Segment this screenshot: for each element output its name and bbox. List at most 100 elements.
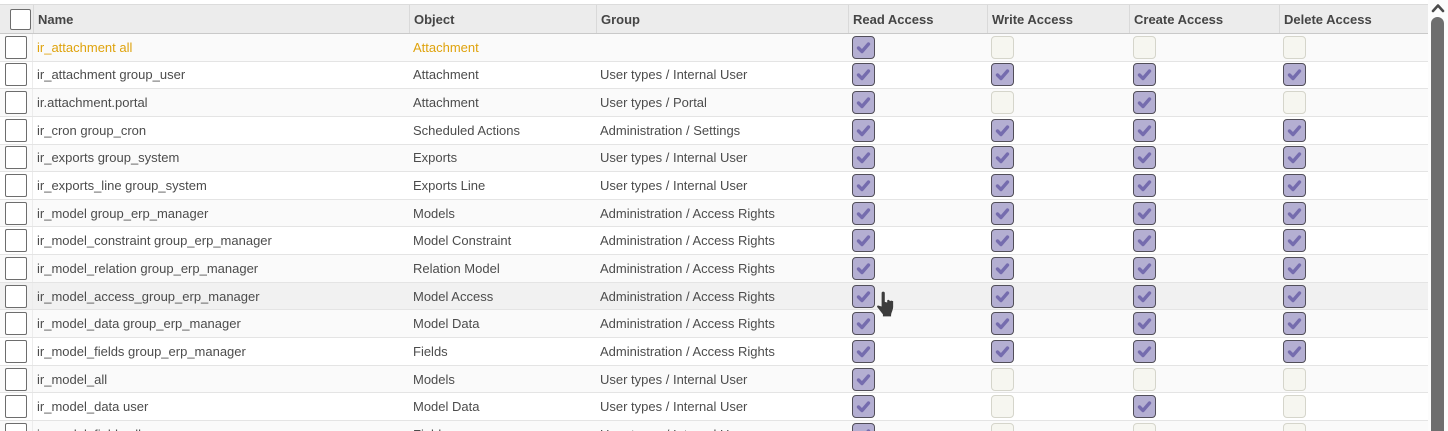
column-header-name[interactable]: Name [33,5,409,33]
create-access-checkbox[interactable] [1133,63,1156,86]
create-access-checkbox[interactable] [1133,423,1156,431]
delete-access-checkbox[interactable] [1283,257,1306,280]
row-select-checkbox[interactable] [5,174,27,197]
read-access-checkbox[interactable] [852,174,875,197]
write-access-checkbox[interactable] [991,63,1014,86]
create-access-checkbox[interactable] [1133,174,1156,197]
write-access-checkbox[interactable] [991,174,1014,197]
table-row[interactable]: ir_model_relation group_erp_manager Rela… [0,255,1428,283]
read-access-checkbox[interactable] [852,285,875,308]
delete-access-checkbox[interactable] [1283,146,1306,169]
delete-access-checkbox[interactable] [1283,36,1306,59]
read-access-checkbox[interactable] [852,423,875,431]
row-select-checkbox[interactable] [5,63,27,86]
read-access-checkbox[interactable] [852,91,875,114]
write-access-checkbox[interactable] [991,257,1014,280]
row-select-checkbox[interactable] [5,395,27,418]
column-header-object[interactable]: Object [409,5,596,33]
row-select-checkbox[interactable] [5,146,27,169]
create-access-checkbox[interactable] [1133,229,1156,252]
delete-access-checkbox[interactable] [1283,119,1306,142]
create-access-checkbox[interactable] [1133,395,1156,418]
table-row[interactable]: ir.attachment.portal Attachment User typ… [0,89,1428,117]
write-access-checkbox[interactable] [991,423,1014,431]
write-access-checkbox[interactable] [991,368,1014,391]
column-header-delete-access[interactable]: Delete Access [1279,5,1428,33]
table-row[interactable]: ir_attachment group_user Attachment User… [0,62,1428,90]
delete-access-checkbox[interactable] [1283,423,1306,431]
row-select-checkbox[interactable] [5,36,27,59]
table-row[interactable]: ir_model_fields all Fields User types / … [0,421,1428,431]
delete-access-checkbox[interactable] [1283,202,1306,225]
row-select-checkbox[interactable] [5,119,27,142]
table-row[interactable]: ir_model_all Models User types / Interna… [0,366,1428,394]
column-header-create-access[interactable]: Create Access [1129,5,1279,33]
create-access-checkbox[interactable] [1133,202,1156,225]
write-access-checkbox[interactable] [991,91,1014,114]
write-access-checkbox[interactable] [991,340,1014,363]
read-access-checkbox[interactable] [852,340,875,363]
vertical-scrollbar[interactable] [1428,0,1448,431]
scroll-up-icon[interactable] [1431,2,1445,14]
delete-access-checkbox[interactable] [1283,285,1306,308]
column-header-write-access[interactable]: Write Access [987,5,1129,33]
column-header-read-access[interactable]: Read Access [848,5,987,33]
column-header-group[interactable]: Group [596,5,848,33]
table-row[interactable]: ir_model_data group_erp_manager Model Da… [0,310,1428,338]
row-select-checkbox[interactable] [5,202,27,225]
read-access-checkbox[interactable] [852,63,875,86]
read-access-checkbox[interactable] [852,202,875,225]
row-select-checkbox[interactable] [5,285,27,308]
delete-access-checkbox[interactable] [1283,63,1306,86]
select-all-checkbox[interactable] [10,9,31,30]
read-access-checkbox[interactable] [852,395,875,418]
write-access-checkbox[interactable] [991,36,1014,59]
table-row[interactable]: ir_model_fields group_erp_manager Fields… [0,338,1428,366]
read-access-checkbox[interactable] [852,229,875,252]
row-select-checkbox[interactable] [5,340,27,363]
read-access-checkbox[interactable] [852,146,875,169]
create-access-checkbox[interactable] [1133,257,1156,280]
table-row[interactable]: ir_model_data user Model Data User types… [0,393,1428,421]
table-row[interactable]: ir_exports_line group_system Exports Lin… [0,172,1428,200]
write-access-checkbox[interactable] [991,395,1014,418]
create-access-checkbox[interactable] [1133,368,1156,391]
row-select-checkbox[interactable] [5,257,27,280]
create-access-checkbox[interactable] [1133,340,1156,363]
row-select-checkbox[interactable] [5,91,27,114]
create-access-checkbox[interactable] [1133,146,1156,169]
scrollbar-thumb[interactable] [1431,17,1444,431]
create-access-checkbox[interactable] [1133,119,1156,142]
row-select-checkbox[interactable] [5,312,27,335]
row-select-checkbox[interactable] [5,368,27,391]
write-access-checkbox[interactable] [991,312,1014,335]
table-row[interactable]: ir_model group_erp_manager Models Admini… [0,200,1428,228]
delete-access-checkbox[interactable] [1283,312,1306,335]
read-access-checkbox[interactable] [852,119,875,142]
write-access-checkbox[interactable] [991,119,1014,142]
write-access-checkbox[interactable] [991,229,1014,252]
delete-access-checkbox[interactable] [1283,340,1306,363]
row-select-checkbox[interactable] [5,423,27,431]
write-access-checkbox[interactable] [991,285,1014,308]
table-row[interactable]: ir_attachment all Attachment [0,34,1428,62]
write-access-checkbox[interactable] [991,202,1014,225]
delete-access-checkbox[interactable] [1283,229,1306,252]
read-access-checkbox[interactable] [852,312,875,335]
read-access-checkbox[interactable] [852,257,875,280]
read-access-checkbox[interactable] [852,368,875,391]
delete-access-checkbox[interactable] [1283,174,1306,197]
delete-access-checkbox[interactable] [1283,368,1306,391]
table-row[interactable]: ir_model_constraint group_erp_manager Mo… [0,227,1428,255]
write-access-checkbox[interactable] [991,146,1014,169]
table-row[interactable]: ir_cron group_cron Scheduled Actions Adm… [0,117,1428,145]
table-row[interactable]: ir_model_access_group_erp_manager Model … [0,283,1428,311]
create-access-checkbox[interactable] [1133,91,1156,114]
create-access-checkbox[interactable] [1133,285,1156,308]
delete-access-checkbox[interactable] [1283,91,1306,114]
delete-access-checkbox[interactable] [1283,395,1306,418]
read-access-checkbox[interactable] [852,36,875,59]
create-access-checkbox[interactable] [1133,312,1156,335]
row-select-checkbox[interactable] [5,229,27,252]
create-access-checkbox[interactable] [1133,36,1156,59]
